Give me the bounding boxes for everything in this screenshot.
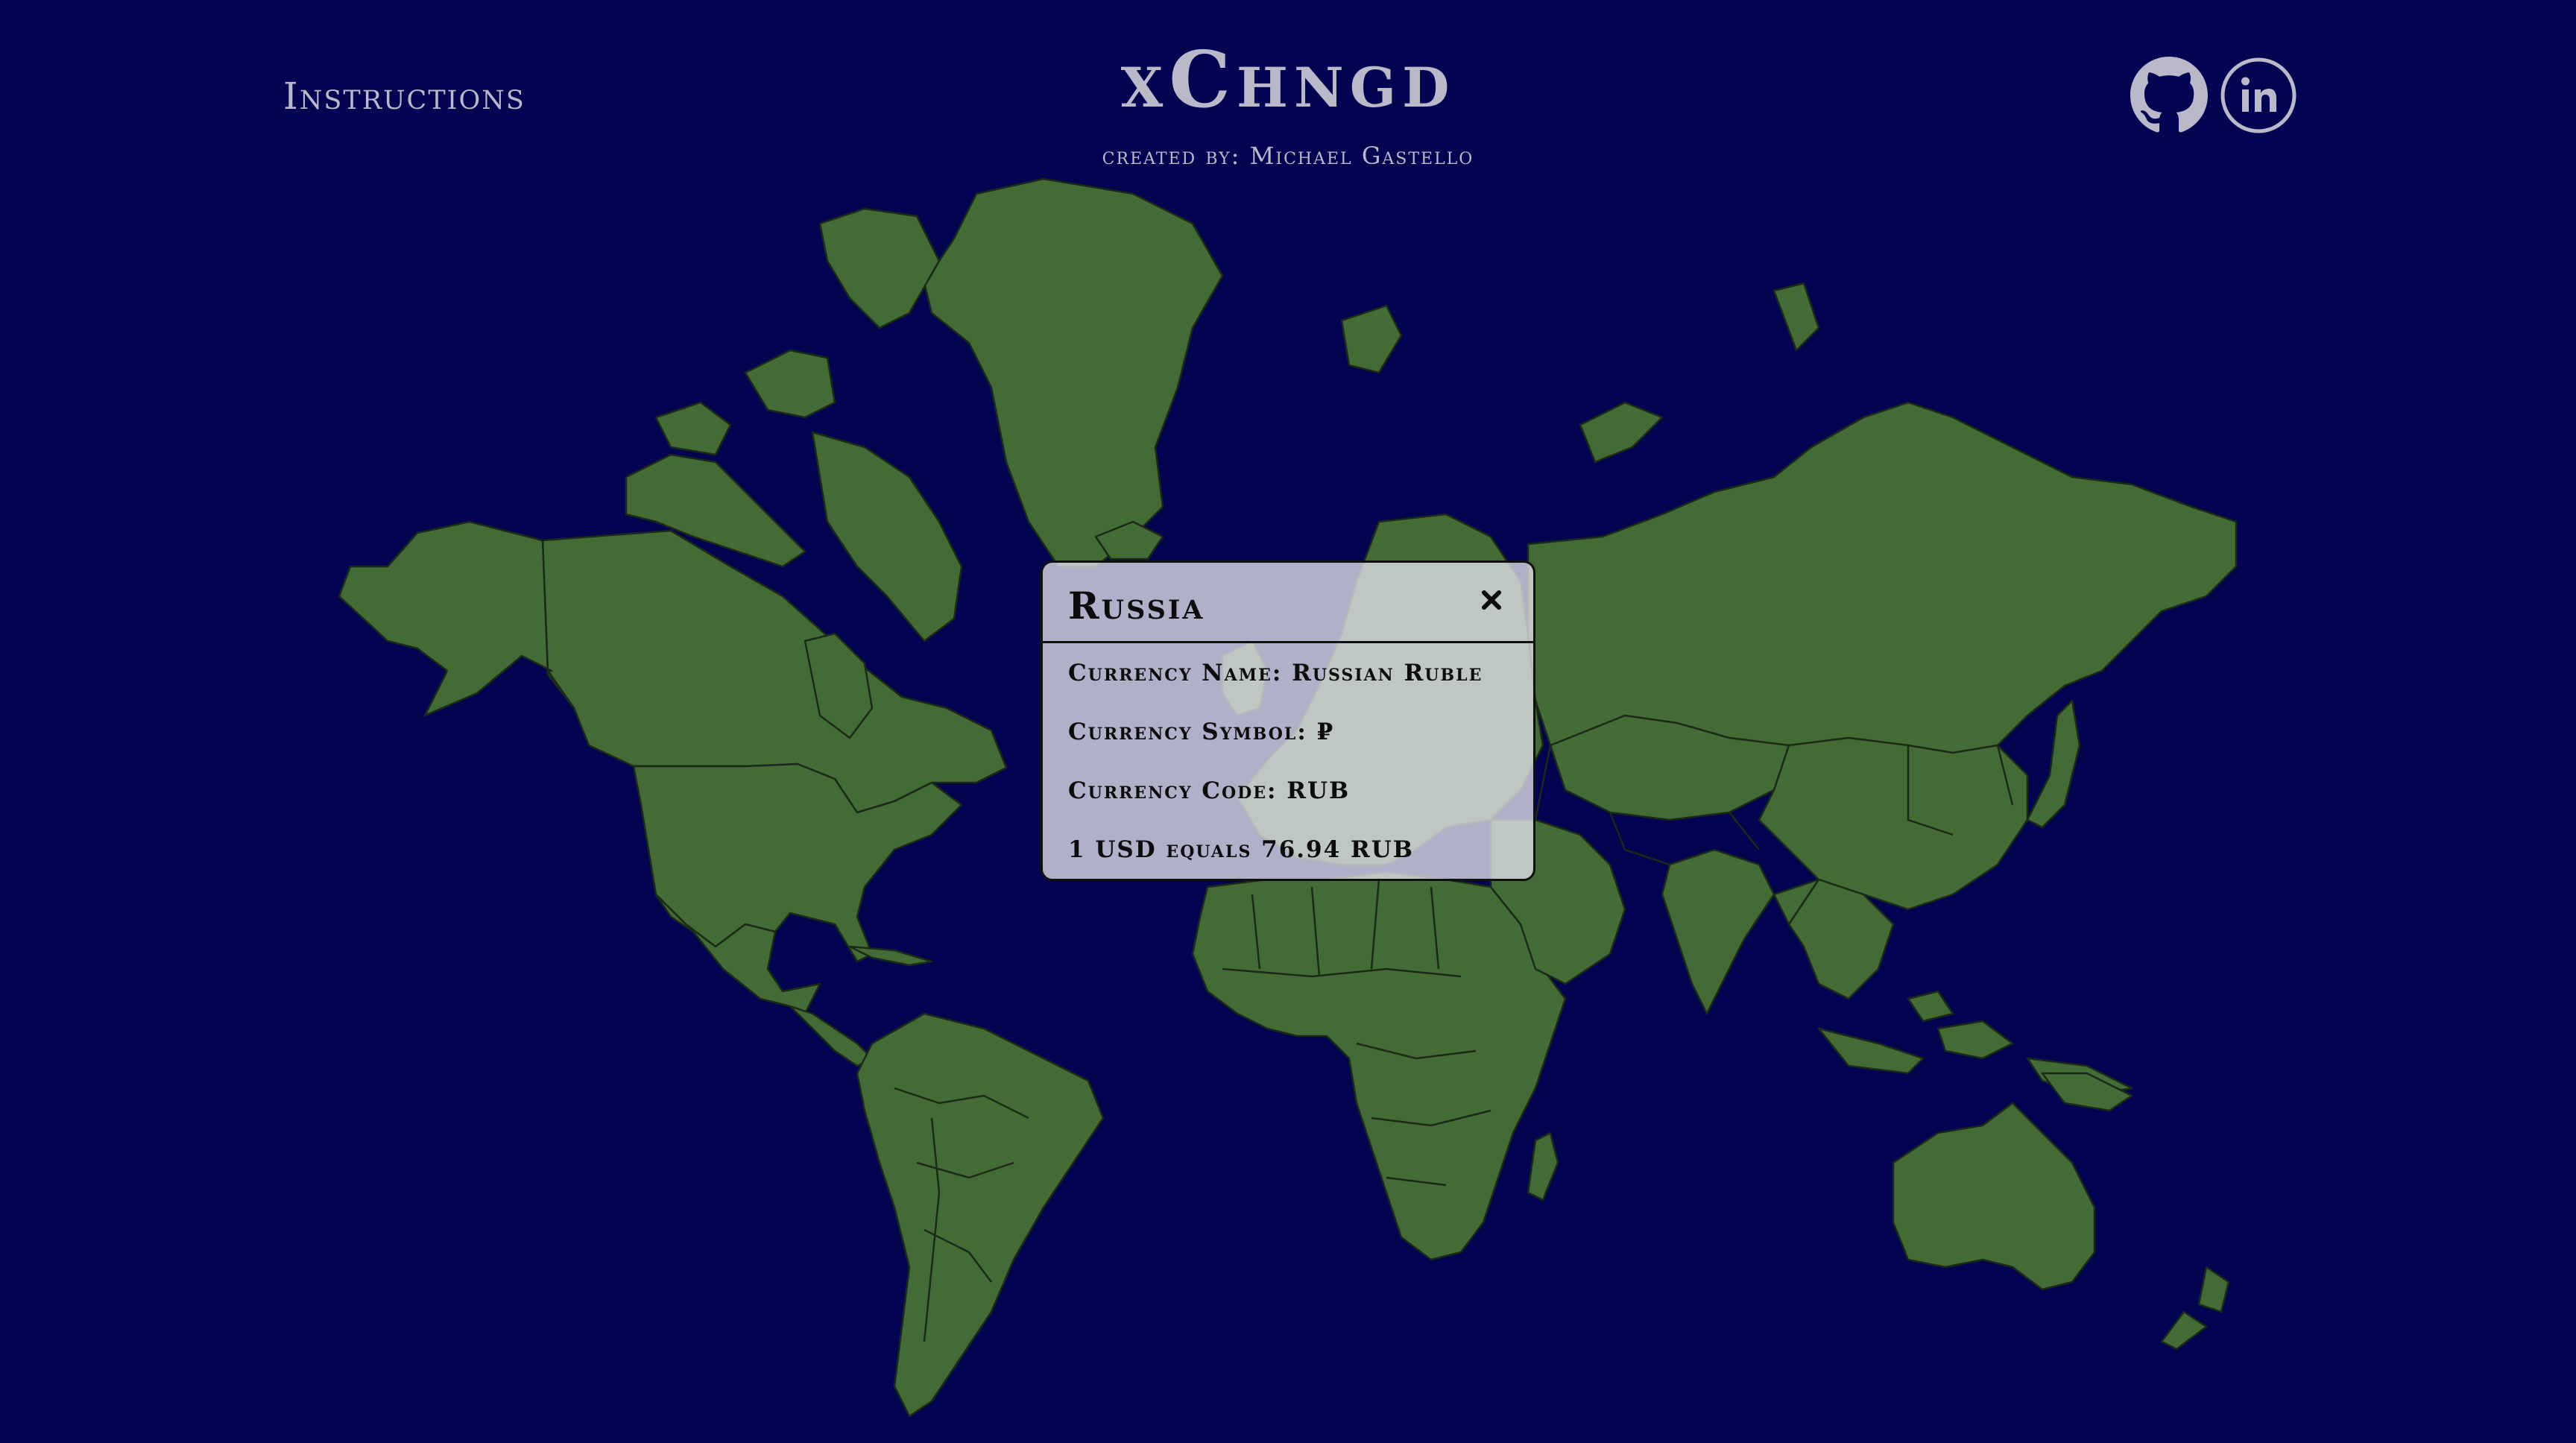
popup-body: Currency Name: Russian Ruble Currency Sy… bbox=[1043, 643, 1533, 879]
currency-symbol: Currency Symbol: ₽ bbox=[1068, 719, 1335, 745]
popup-header: Russia bbox=[1043, 563, 1533, 643]
exchange-rate: 1 USD equals 76.94 RUB bbox=[1068, 836, 1414, 863]
linkedin-icon bbox=[2220, 57, 2296, 133]
app-title: xChngd bbox=[1120, 34, 1456, 125]
github-icon bbox=[2130, 57, 2208, 133]
country-info-popup: Russia Currency Name: Russian Ruble Curr… bbox=[1041, 561, 1535, 881]
instructions-link[interactable]: Instructions bbox=[283, 75, 525, 118]
linkedin-link[interactable] bbox=[2220, 57, 2297, 134]
author-credit: created by: Michael Gastello bbox=[1102, 142, 1474, 170]
close-button[interactable] bbox=[1477, 585, 1506, 615]
country-name: Russia bbox=[1068, 584, 1205, 628]
currency-name: Currency Name: Russian Ruble bbox=[1068, 660, 1483, 686]
close-icon bbox=[1482, 590, 1501, 610]
currency-code: Currency Code: RUB bbox=[1068, 777, 1351, 804]
github-link[interactable] bbox=[2130, 57, 2208, 134]
